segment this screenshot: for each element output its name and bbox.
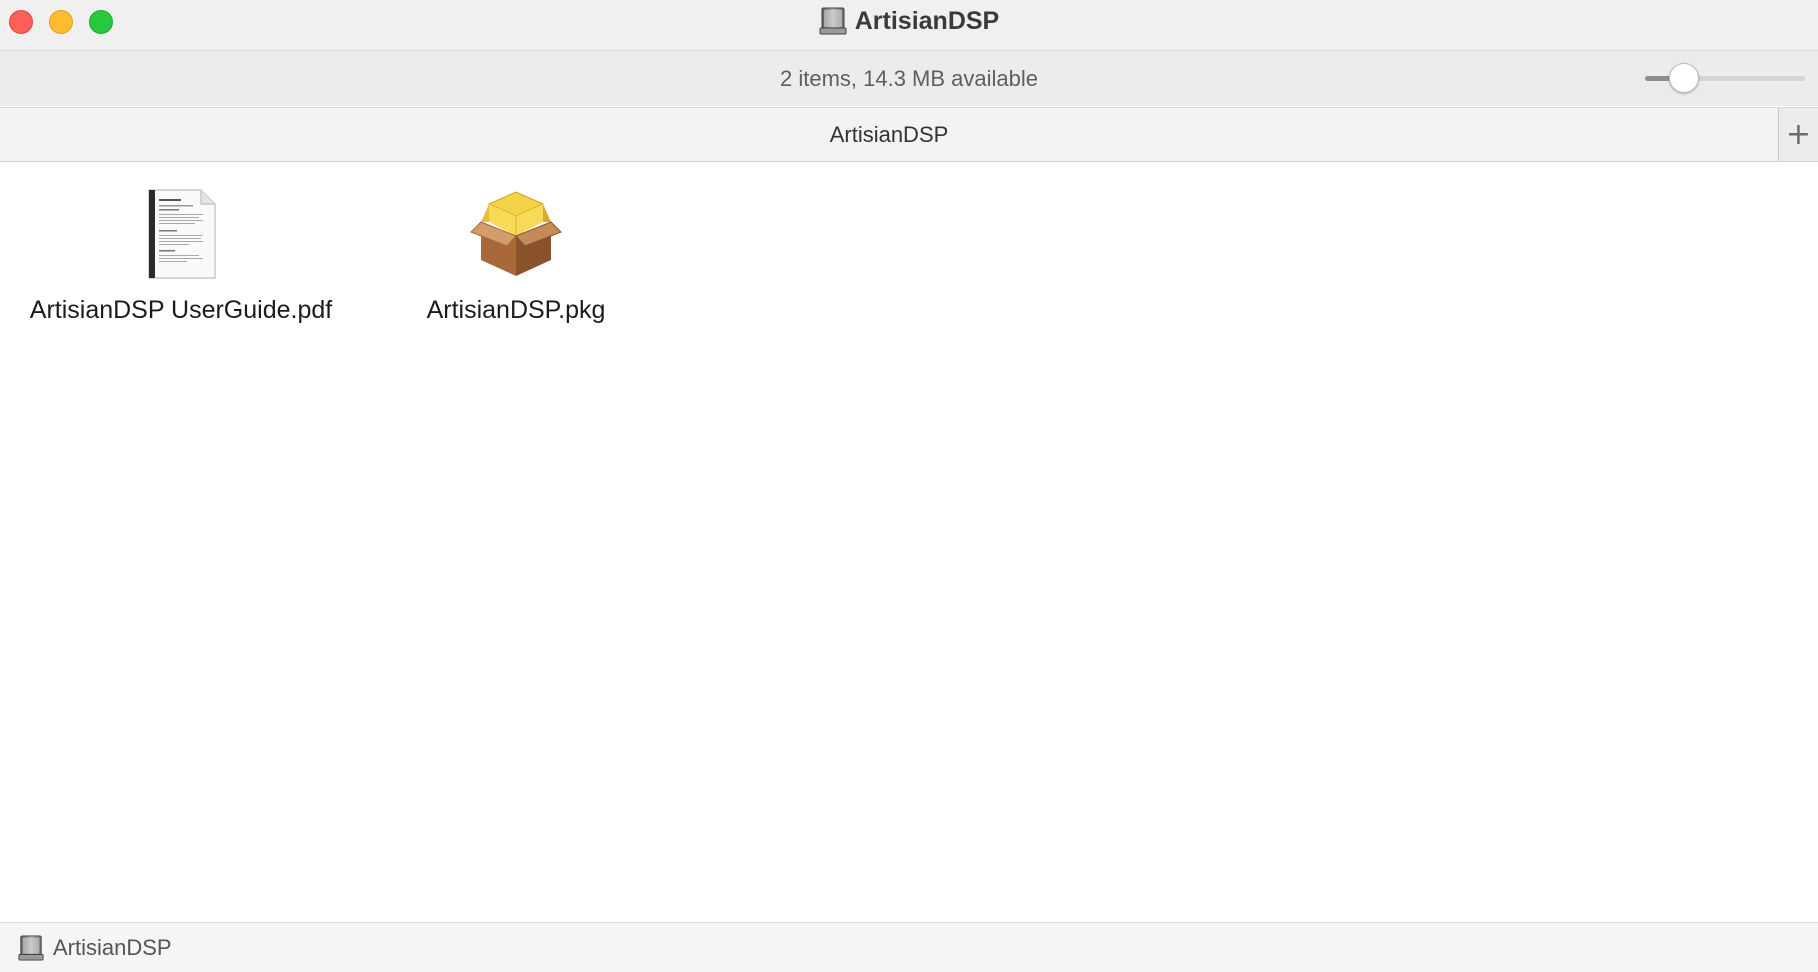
path-crumb[interactable]: ArtisianDSP [18,934,172,962]
file-item-pdf[interactable]: ArtisianDSP UserGuide.pdf [0,162,362,342]
package-installer-icon [470,191,562,276]
tab-current[interactable]: ArtisianDSP [0,108,1778,161]
finder-window: ArtisianDSP 2 items, 14.3 MB available A… [0,0,1818,972]
file-name: ArtisianDSP UserGuide.pdf [29,296,333,324]
plus-icon[interactable]: + [1778,108,1818,161]
title-bar[interactable]: ArtisianDSP [0,0,1818,51]
window-title: ArtisianDSP [0,0,1818,42]
slider-knob[interactable] [1669,63,1699,93]
pdf-document-icon [148,189,216,279]
file-name: ArtisianDSP.pkg [426,296,606,324]
file-browser-area[interactable]: ArtisianDSP UserGuide.pdf ArtisianDSP.pk… [0,162,1818,922]
status-bar: 2 items, 14.3 MB available [0,51,1818,106]
path-crumb-label: ArtisianDSP [53,935,172,960]
path-bar: ArtisianDSP [0,922,1818,972]
file-item-pkg[interactable]: ArtisianDSP.pkg [398,162,634,342]
window-title-text: ArtisianDSP [854,6,1000,35]
status-text: 2 items, 14.3 MB available [779,66,1039,91]
disk-image-icon [819,7,847,35]
tab-bar: ArtisianDSP + [0,107,1818,162]
disk-image-icon [18,935,44,961]
icon-size-slider[interactable] [1643,63,1805,93]
